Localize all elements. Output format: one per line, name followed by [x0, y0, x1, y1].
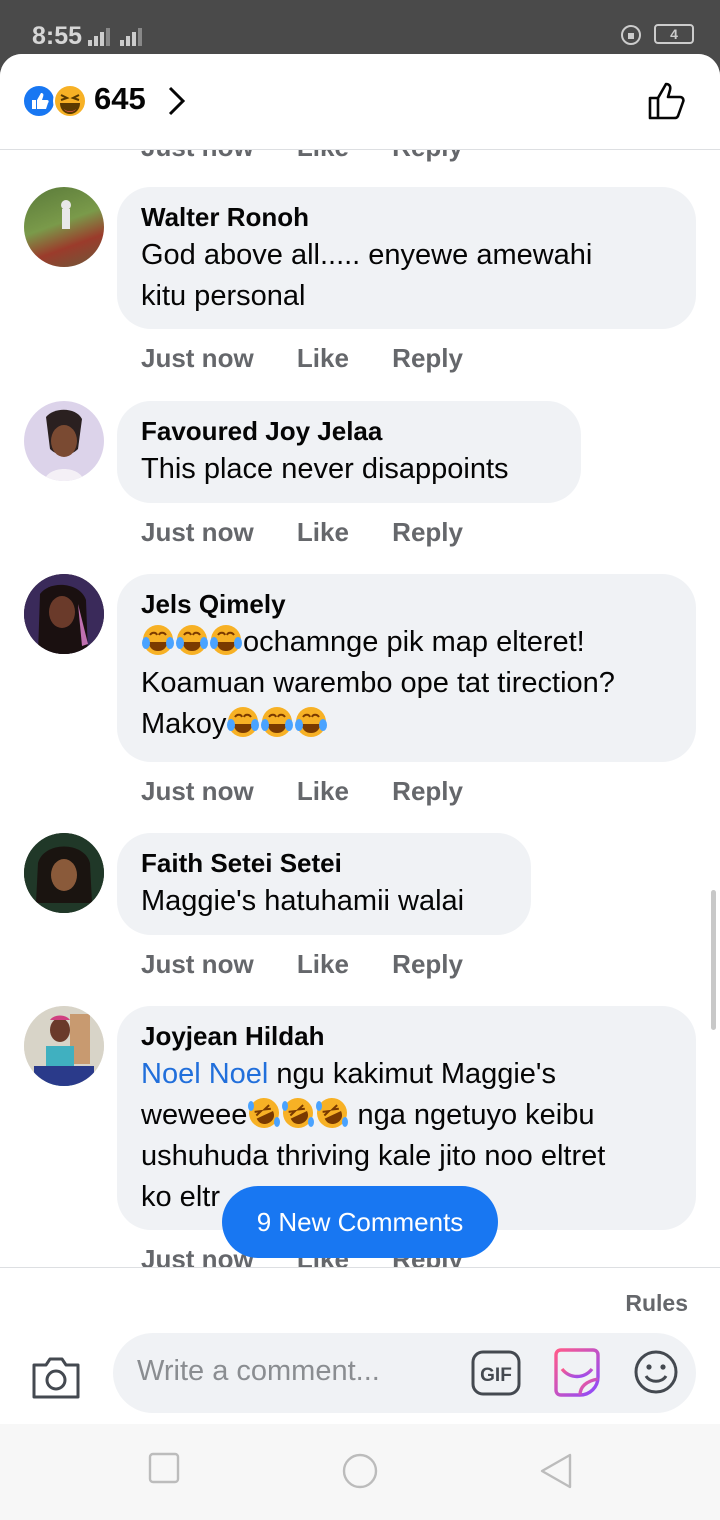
mention-link[interactable]: Noel Noel: [141, 1058, 268, 1090]
rofl-emoji: [282, 1098, 315, 1128]
avatar[interactable]: [24, 1006, 104, 1086]
tears-of-joy-emoji: [227, 707, 260, 737]
comment-bubble[interactable]: Walter Ronoh God above all..... enyewe a…: [117, 187, 696, 329]
comment-item: Faith Setei Setei Maggie's hatuhamii wal…: [0, 833, 720, 993]
status-time: 8:55: [32, 22, 83, 50]
reactions-header[interactable]: 645: [0, 54, 720, 150]
reply-link[interactable]: Reply: [392, 517, 463, 547]
comment-line-text: nga ngetuyo keibu: [349, 1099, 595, 1131]
comment-line-text: ochamnge pik map elteret!: [243, 626, 585, 658]
comment-author[interactable]: Joyjean Hildah: [141, 1020, 672, 1052]
comment-time: Just now: [141, 150, 254, 162]
comment-item: Walter Ronoh God above all..... enyewe a…: [0, 187, 720, 387]
reply-link[interactable]: Reply: [392, 343, 463, 373]
new-comments-button[interactable]: 9 New Comments: [222, 1186, 498, 1258]
system-nav-bar: [0, 1424, 720, 1520]
rofl-emoji: [316, 1098, 349, 1128]
chevron-right-icon[interactable]: [166, 84, 188, 118]
comment-line: Makoy: [141, 704, 672, 745]
comment-text: This place never disappoints: [141, 453, 509, 485]
like-link[interactable]: Like: [297, 517, 349, 547]
reply-link[interactable]: Reply: [392, 949, 463, 979]
comment-bubble[interactable]: Faith Setei Setei Maggie's hatuhamii wal…: [117, 833, 531, 935]
comment-item: Jels Qimely ochamnge pik map elteret! Ko…: [0, 574, 720, 814]
tears-of-joy-emoji: [295, 707, 328, 737]
like-link[interactable]: Like: [297, 949, 349, 979]
comment-time: Just now: [141, 343, 254, 373]
thumbs-up-outline-icon[interactable]: [646, 78, 690, 122]
comment-input-placeholder: Write a comment...: [137, 1355, 380, 1387]
comment-line-text: Makoy: [141, 708, 227, 740]
reaction-count[interactable]: 645: [94, 81, 146, 117]
comment-line: Noel Noel ngu kakimut Maggie's: [141, 1054, 672, 1095]
previous-comment-actions: Just now Like Reply: [141, 150, 499, 163]
comment-input[interactable]: Write a comment... GIF: [113, 1333, 696, 1413]
comment-bubble[interactable]: Jels Qimely ochamnge pik map elteret! Ko…: [117, 574, 696, 762]
comment-time: Just now: [141, 949, 254, 979]
comments-sheet: 645 Just now Like Reply Walter Ronoh God…: [0, 54, 720, 1520]
svg-text:GIF: GIF: [480, 1365, 512, 1386]
comment-line: Koamuan warembo ope tat tirection?: [141, 667, 615, 699]
tears-of-joy-emoji: [210, 625, 242, 655]
comments-list[interactable]: Just now Like Reply Walter Ronoh God abo…: [0, 150, 720, 1270]
avatar[interactable]: [24, 401, 104, 481]
avatar[interactable]: [24, 833, 104, 913]
like-link[interactable]: Like: [297, 343, 349, 373]
rofl-emoji: [248, 1098, 281, 1128]
gif-icon[interactable]: GIF: [471, 1350, 521, 1396]
battery-icon: 4: [654, 24, 694, 45]
comment-author[interactable]: Jels Qimely: [141, 588, 672, 620]
comment-line: ushuhuda thriving kale jito noo eltret: [141, 1140, 606, 1172]
avatar[interactable]: [24, 187, 104, 267]
recent-apps-button[interactable]: [148, 1452, 180, 1484]
reply-link[interactable]: Reply: [392, 776, 463, 806]
tears-of-joy-emoji: [176, 625, 208, 655]
comment-line-text: weweee: [141, 1099, 248, 1131]
comment-author[interactable]: Favoured Joy Jelaa: [141, 415, 557, 447]
like-link[interactable]: Like: [297, 150, 349, 162]
comment-time: Just now: [141, 776, 254, 806]
alarm-icon: [620, 25, 641, 45]
comment-line: ochamnge pik map elteret!: [141, 622, 672, 663]
avatar[interactable]: [24, 574, 104, 654]
home-button[interactable]: [341, 1452, 379, 1490]
comment-actions: Just now Like Reply: [141, 776, 499, 807]
comment-text: God above all..... enyewe amewahi kitu p…: [141, 235, 672, 317]
sticker-icon[interactable]: [552, 1347, 602, 1399]
back-button[interactable]: [538, 1452, 574, 1490]
status-right: 4: [620, 24, 694, 46]
comment-text: ochamnge pik map elteret! Koamuan waremb…: [141, 622, 672, 745]
comment-actions: Just now Like Reply: [141, 949, 499, 980]
smiley-icon[interactable]: [633, 1349, 679, 1395]
tears-of-joy-emoji: [142, 625, 174, 655]
comment-text: Maggie's hatuhamii walai: [141, 885, 465, 917]
rules-link[interactable]: Rules: [625, 1290, 688, 1317]
like-reaction-icon: [22, 84, 56, 118]
status-bar: 8:55 4: [0, 0, 720, 54]
camera-icon[interactable]: [30, 1355, 82, 1401]
comment-item: Favoured Joy Jelaa This place never disa…: [0, 401, 720, 561]
like-link[interactable]: Like: [297, 776, 349, 806]
comment-author[interactable]: Walter Ronoh: [141, 201, 672, 233]
comment-time: Just now: [141, 517, 254, 547]
tears-of-joy-emoji: [261, 707, 294, 737]
scrollbar[interactable]: [711, 890, 716, 1030]
comment-bubble[interactable]: Favoured Joy Jelaa This place never disa…: [117, 401, 581, 503]
comment-actions: Just now Like Reply: [141, 343, 499, 374]
reply-link[interactable]: Reply: [392, 150, 463, 162]
comment-author[interactable]: Faith Setei Setei: [141, 847, 507, 879]
comment-line: God above all..... enyewe amewahi: [141, 239, 593, 271]
comment-line: weweee nga ngetuyo keibu: [141, 1095, 672, 1136]
comment-composer: Rules Write a comment... GIF: [0, 1267, 720, 1424]
comment-line: kitu personal: [141, 280, 306, 312]
signal-icon: [88, 24, 152, 51]
comment-actions: Just now Like Reply: [141, 517, 499, 548]
reaction-icons: [22, 84, 87, 118]
haha-reaction-icon: [53, 84, 87, 118]
comment-line-text: ngu kakimut Maggie's: [268, 1058, 556, 1090]
